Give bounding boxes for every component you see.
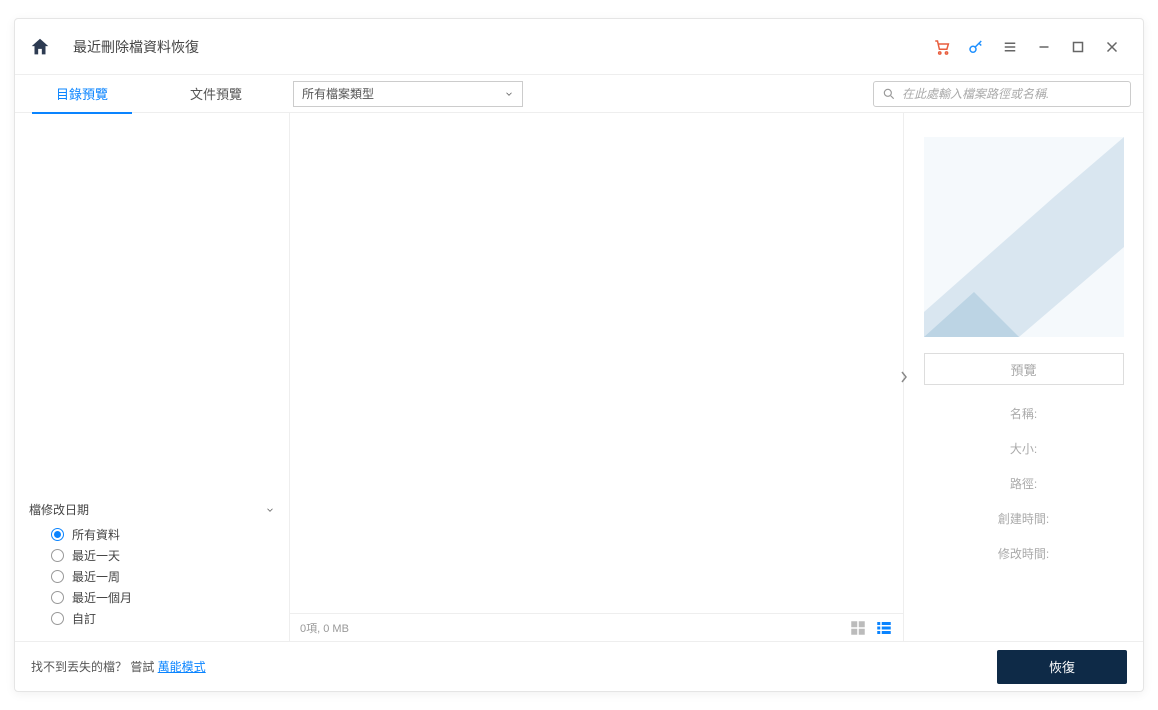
search-input[interactable] — [902, 87, 1122, 101]
status-text: 0項, 0 MB — [300, 620, 349, 636]
toolbar: 目錄預覽 文件預覽 所有檔案類型 — [15, 75, 1143, 113]
key-icon[interactable] — [959, 30, 993, 64]
window-title: 最近刪除檔資料恢復 — [73, 37, 199, 57]
statusbar: 0項, 0 MB — [290, 613, 903, 641]
meta-path-label: 路徑: — [1010, 475, 1037, 492]
close-button[interactable] — [1095, 30, 1129, 64]
date-filter-panel: 檔修改日期 所有資料最近一天最近一周最近一個月自訂 — [15, 495, 289, 641]
left-panel: 檔修改日期 所有資料最近一天最近一周最近一個月自訂 — [15, 113, 290, 641]
file-list-panel: 0項, 0 MB — [290, 113, 903, 641]
date-filter-option-label: 自訂 — [72, 610, 96, 627]
filetype-select[interactable]: 所有檔案類型 — [293, 81, 523, 107]
file-list — [290, 113, 903, 613]
chevron-down-icon — [504, 89, 514, 99]
app-window: 最近刪除檔資料恢復 目錄預覽 文件預覽 所有檔案類型 — [14, 18, 1144, 692]
search-icon — [882, 87, 896, 101]
footer-text: 找不到丟失的檔？ 嘗試 萬能模式 — [31, 658, 206, 675]
date-filter-header[interactable]: 檔修改日期 — [29, 501, 275, 518]
radio-icon — [51, 528, 64, 541]
date-filter-option[interactable]: 最近一個月 — [51, 589, 275, 606]
file-metadata: 名稱: 大小: 路徑: 創建時間: 修改時間: — [922, 405, 1125, 562]
meta-modified-label: 修改時間: — [998, 545, 1049, 562]
date-filter-option-label: 最近一周 — [72, 568, 120, 585]
date-filter-label: 檔修改日期 — [29, 501, 89, 518]
expand-handle[interactable] — [899, 369, 909, 385]
meta-name-label: 名稱: — [1010, 405, 1037, 422]
view-toggle — [849, 619, 893, 637]
home-icon[interactable] — [29, 36, 51, 58]
menu-icon[interactable] — [993, 30, 1027, 64]
meta-created-label: 創建時間: — [998, 510, 1049, 527]
date-filter-option[interactable]: 自訂 — [51, 610, 275, 627]
footer-prompt: 找不到丟失的檔？ 嘗試 — [31, 660, 158, 674]
cart-icon[interactable] — [925, 30, 959, 64]
date-filter-option-label: 最近一個月 — [72, 589, 132, 606]
list-view-button[interactable] — [875, 619, 893, 637]
date-filter-option[interactable]: 最近一周 — [51, 568, 275, 585]
universal-mode-link[interactable]: 萬能模式 — [158, 660, 206, 674]
date-filter-option-label: 所有資料 — [72, 526, 120, 543]
content-area: 檔修改日期 所有資料最近一天最近一周最近一個月自訂 0項, 0 MB — [15, 113, 1143, 641]
radio-icon — [51, 549, 64, 562]
radio-icon — [51, 570, 64, 583]
tab-file-preview[interactable]: 文件預覽 — [149, 75, 283, 113]
preview-thumbnail — [924, 137, 1124, 337]
date-filter-option[interactable]: 最近一天 — [51, 547, 275, 564]
radio-icon — [51, 591, 64, 604]
date-filter-option-label: 最近一天 — [72, 547, 120, 564]
recover-button[interactable]: 恢復 — [997, 650, 1127, 684]
tab-directory-preview[interactable]: 目錄預覽 — [15, 75, 149, 113]
titlebar: 最近刪除檔資料恢復 — [15, 19, 1143, 75]
chevron-down-icon — [265, 505, 275, 515]
radio-icon — [51, 612, 64, 625]
minimize-button[interactable] — [1027, 30, 1061, 64]
search-box — [873, 81, 1131, 107]
meta-size-label: 大小: — [1010, 440, 1037, 457]
directory-tree — [15, 113, 289, 495]
maximize-button[interactable] — [1061, 30, 1095, 64]
filetype-select-label: 所有檔案類型 — [302, 85, 374, 102]
preview-panel: 預覽 名稱: 大小: 路徑: 創建時間: 修改時間: — [903, 113, 1143, 641]
date-filter-option[interactable]: 所有資料 — [51, 526, 275, 543]
preview-button[interactable]: 預覽 — [924, 353, 1124, 385]
footer: 找不到丟失的檔？ 嘗試 萬能模式 恢復 — [15, 641, 1143, 691]
grid-view-button[interactable] — [849, 619, 867, 637]
